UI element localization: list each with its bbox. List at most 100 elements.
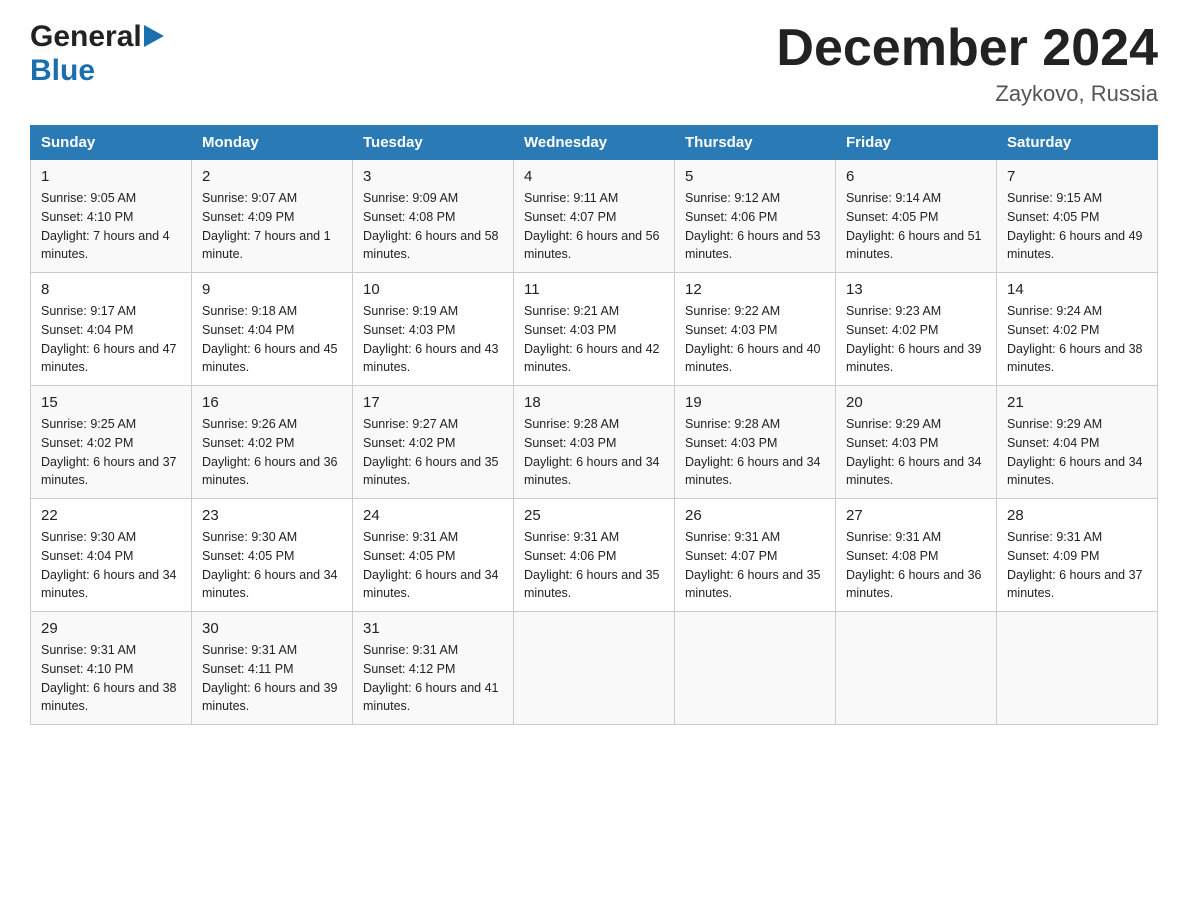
day-info: Sunrise: 9:31 AMSunset: 4:11 PMDaylight:… xyxy=(202,643,338,713)
day-number: 20 xyxy=(846,394,986,411)
calendar-cell: 30 Sunrise: 9:31 AMSunset: 4:11 PMDaylig… xyxy=(192,612,353,725)
calendar-cell: 29 Sunrise: 9:31 AMSunset: 4:10 PMDaylig… xyxy=(31,612,192,725)
day-header-thursday: Thursday xyxy=(675,126,836,160)
calendar-cell: 15 Sunrise: 9:25 AMSunset: 4:02 PMDaylig… xyxy=(31,386,192,499)
calendar-header-row: SundayMondayTuesdayWednesdayThursdayFrid… xyxy=(31,126,1158,160)
day-number: 3 xyxy=(363,168,503,185)
day-info: Sunrise: 9:30 AMSunset: 4:04 PMDaylight:… xyxy=(41,530,177,600)
calendar-cell: 28 Sunrise: 9:31 AMSunset: 4:09 PMDaylig… xyxy=(997,499,1158,612)
day-info: Sunrise: 9:19 AMSunset: 4:03 PMDaylight:… xyxy=(363,304,499,374)
day-number: 7 xyxy=(1007,168,1147,185)
day-info: Sunrise: 9:22 AMSunset: 4:03 PMDaylight:… xyxy=(685,304,821,374)
calendar-cell: 21 Sunrise: 9:29 AMSunset: 4:04 PMDaylig… xyxy=(997,386,1158,499)
day-number: 17 xyxy=(363,394,503,411)
day-header-wednesday: Wednesday xyxy=(514,126,675,160)
day-info: Sunrise: 9:31 AMSunset: 4:07 PMDaylight:… xyxy=(685,530,821,600)
calendar-cell: 8 Sunrise: 9:17 AMSunset: 4:04 PMDayligh… xyxy=(31,273,192,386)
calendar-cell: 25 Sunrise: 9:31 AMSunset: 4:06 PMDaylig… xyxy=(514,499,675,612)
day-info: Sunrise: 9:24 AMSunset: 4:02 PMDaylight:… xyxy=(1007,304,1143,374)
day-number: 6 xyxy=(846,168,986,185)
calendar-week-row: 29 Sunrise: 9:31 AMSunset: 4:10 PMDaylig… xyxy=(31,612,1158,725)
day-number: 12 xyxy=(685,281,825,298)
day-info: Sunrise: 9:29 AMSunset: 4:04 PMDaylight:… xyxy=(1007,417,1143,487)
day-info: Sunrise: 9:21 AMSunset: 4:03 PMDaylight:… xyxy=(524,304,660,374)
calendar-cell: 5 Sunrise: 9:12 AMSunset: 4:06 PMDayligh… xyxy=(675,160,836,273)
day-header-monday: Monday xyxy=(192,126,353,160)
calendar-cell: 3 Sunrise: 9:09 AMSunset: 4:08 PMDayligh… xyxy=(353,160,514,273)
day-number: 14 xyxy=(1007,281,1147,298)
calendar-cell: 31 Sunrise: 9:31 AMSunset: 4:12 PMDaylig… xyxy=(353,612,514,725)
logo-general-text: General xyxy=(30,20,142,54)
day-header-sunday: Sunday xyxy=(31,126,192,160)
calendar-cell xyxy=(836,612,997,725)
calendar-week-row: 15 Sunrise: 9:25 AMSunset: 4:02 PMDaylig… xyxy=(31,386,1158,499)
calendar-cell: 10 Sunrise: 9:19 AMSunset: 4:03 PMDaylig… xyxy=(353,273,514,386)
calendar-cell xyxy=(675,612,836,725)
calendar-cell: 20 Sunrise: 9:29 AMSunset: 4:03 PMDaylig… xyxy=(836,386,997,499)
calendar-cell: 22 Sunrise: 9:30 AMSunset: 4:04 PMDaylig… xyxy=(31,499,192,612)
day-header-saturday: Saturday xyxy=(997,126,1158,160)
page-header: General Blue December 2024 Zaykovo, Russ… xyxy=(30,20,1158,107)
day-info: Sunrise: 9:31 AMSunset: 4:06 PMDaylight:… xyxy=(524,530,660,600)
day-number: 25 xyxy=(524,507,664,524)
day-number: 15 xyxy=(41,394,181,411)
day-number: 4 xyxy=(524,168,664,185)
calendar-cell: 17 Sunrise: 9:27 AMSunset: 4:02 PMDaylig… xyxy=(353,386,514,499)
day-number: 29 xyxy=(41,620,181,637)
day-info: Sunrise: 9:31 AMSunset: 4:12 PMDaylight:… xyxy=(363,643,499,713)
calendar-cell: 7 Sunrise: 9:15 AMSunset: 4:05 PMDayligh… xyxy=(997,160,1158,273)
calendar-cell xyxy=(997,612,1158,725)
day-number: 1 xyxy=(41,168,181,185)
day-info: Sunrise: 9:30 AMSunset: 4:05 PMDaylight:… xyxy=(202,530,338,600)
day-info: Sunrise: 9:17 AMSunset: 4:04 PMDaylight:… xyxy=(41,304,177,374)
day-info: Sunrise: 9:31 AMSunset: 4:09 PMDaylight:… xyxy=(1007,530,1143,600)
day-info: Sunrise: 9:23 AMSunset: 4:02 PMDaylight:… xyxy=(846,304,982,374)
location-title: Zaykovo, Russia xyxy=(776,81,1158,107)
calendar-cell: 12 Sunrise: 9:22 AMSunset: 4:03 PMDaylig… xyxy=(675,273,836,386)
calendar-cell: 4 Sunrise: 9:11 AMSunset: 4:07 PMDayligh… xyxy=(514,160,675,273)
day-info: Sunrise: 9:26 AMSunset: 4:02 PMDaylight:… xyxy=(202,417,338,487)
day-info: Sunrise: 9:11 AMSunset: 4:07 PMDaylight:… xyxy=(524,191,660,261)
day-info: Sunrise: 9:05 AMSunset: 4:10 PMDaylight:… xyxy=(41,191,170,261)
day-number: 8 xyxy=(41,281,181,298)
calendar-cell: 24 Sunrise: 9:31 AMSunset: 4:05 PMDaylig… xyxy=(353,499,514,612)
day-info: Sunrise: 9:27 AMSunset: 4:02 PMDaylight:… xyxy=(363,417,499,487)
day-info: Sunrise: 9:29 AMSunset: 4:03 PMDaylight:… xyxy=(846,417,982,487)
day-number: 19 xyxy=(685,394,825,411)
day-info: Sunrise: 9:09 AMSunset: 4:08 PMDaylight:… xyxy=(363,191,499,261)
day-info: Sunrise: 9:31 AMSunset: 4:10 PMDaylight:… xyxy=(41,643,177,713)
day-info: Sunrise: 9:15 AMSunset: 4:05 PMDaylight:… xyxy=(1007,191,1143,261)
day-number: 24 xyxy=(363,507,503,524)
day-number: 10 xyxy=(363,281,503,298)
day-number: 16 xyxy=(202,394,342,411)
calendar-cell: 11 Sunrise: 9:21 AMSunset: 4:03 PMDaylig… xyxy=(514,273,675,386)
calendar-cell: 2 Sunrise: 9:07 AMSunset: 4:09 PMDayligh… xyxy=(192,160,353,273)
day-number: 21 xyxy=(1007,394,1147,411)
day-number: 5 xyxy=(685,168,825,185)
day-info: Sunrise: 9:07 AMSunset: 4:09 PMDaylight:… xyxy=(202,191,331,261)
day-number: 22 xyxy=(41,507,181,524)
day-number: 18 xyxy=(524,394,664,411)
calendar-cell: 23 Sunrise: 9:30 AMSunset: 4:05 PMDaylig… xyxy=(192,499,353,612)
logo: General Blue xyxy=(30,20,164,88)
calendar-week-row: 1 Sunrise: 9:05 AMSunset: 4:10 PMDayligh… xyxy=(31,160,1158,273)
day-info: Sunrise: 9:18 AMSunset: 4:04 PMDaylight:… xyxy=(202,304,338,374)
calendar-week-row: 8 Sunrise: 9:17 AMSunset: 4:04 PMDayligh… xyxy=(31,273,1158,386)
day-info: Sunrise: 9:28 AMSunset: 4:03 PMDaylight:… xyxy=(685,417,821,487)
day-number: 28 xyxy=(1007,507,1147,524)
calendar-cell: 18 Sunrise: 9:28 AMSunset: 4:03 PMDaylig… xyxy=(514,386,675,499)
title-block: December 2024 Zaykovo, Russia xyxy=(776,20,1158,107)
day-header-friday: Friday xyxy=(836,126,997,160)
calendar-cell: 19 Sunrise: 9:28 AMSunset: 4:03 PMDaylig… xyxy=(675,386,836,499)
calendar-cell: 1 Sunrise: 9:05 AMSunset: 4:10 PMDayligh… xyxy=(31,160,192,273)
day-number: 31 xyxy=(363,620,503,637)
day-number: 30 xyxy=(202,620,342,637)
day-number: 26 xyxy=(685,507,825,524)
month-title: December 2024 xyxy=(776,20,1158,77)
day-info: Sunrise: 9:31 AMSunset: 4:08 PMDaylight:… xyxy=(846,530,982,600)
calendar-table: SundayMondayTuesdayWednesdayThursdayFrid… xyxy=(30,125,1158,725)
day-info: Sunrise: 9:14 AMSunset: 4:05 PMDaylight:… xyxy=(846,191,982,261)
calendar-cell: 13 Sunrise: 9:23 AMSunset: 4:02 PMDaylig… xyxy=(836,273,997,386)
calendar-cell: 27 Sunrise: 9:31 AMSunset: 4:08 PMDaylig… xyxy=(836,499,997,612)
day-header-tuesday: Tuesday xyxy=(353,126,514,160)
